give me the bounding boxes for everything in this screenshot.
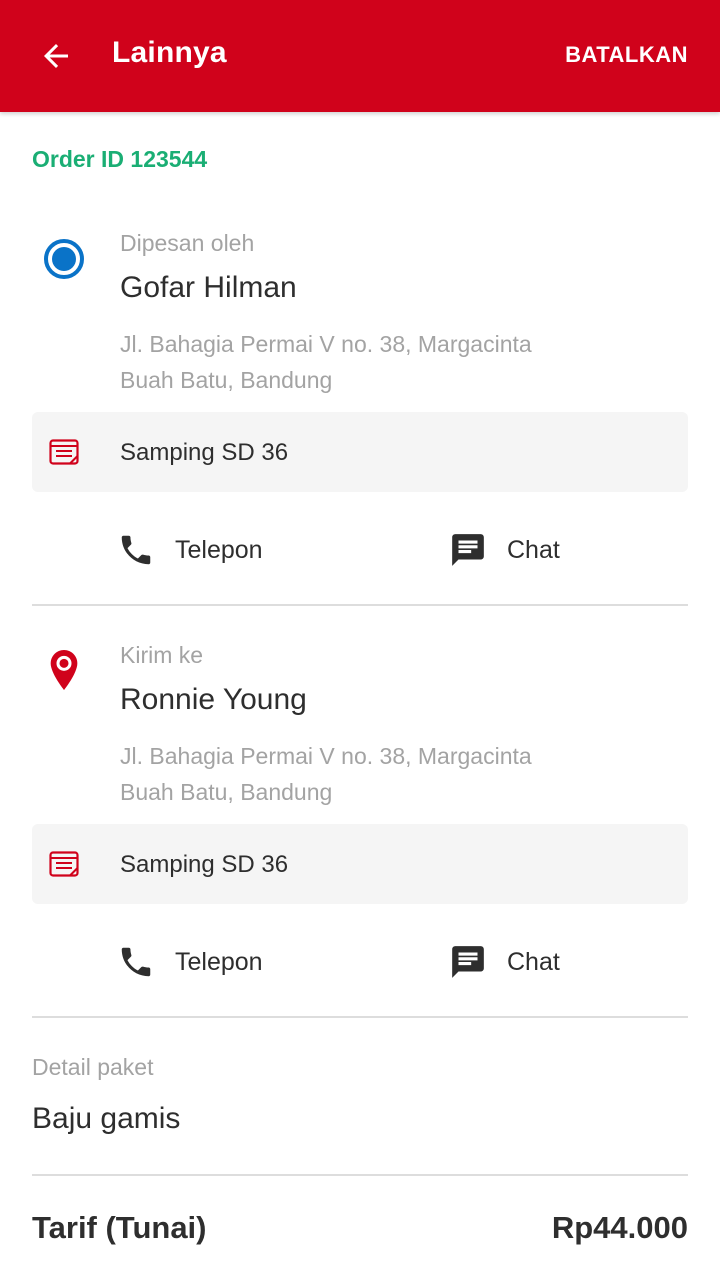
receiver-call-label: Telepon [175,947,263,976]
sender-note-text: Samping SD 36 [120,439,289,466]
chat-icon [452,534,484,566]
receiver-label: Kirim ke [120,642,204,668]
receiver-chat-button[interactable]: Chat [449,938,560,986]
receiver-address: Jl. Bahagia Permai V no. 38, Margacinta … [120,738,680,810]
back-button[interactable] [28,28,84,84]
phone-icon [121,947,151,977]
sender-note-box: Samping SD 36 [32,412,688,492]
phone-icon [121,535,151,565]
divider [32,604,688,606]
fare-label: Tarif (Tunai) [32,1210,207,1245]
radio-origin-icon [44,239,84,279]
package-detail-label: Detail paket [32,1054,154,1080]
divider [32,1016,688,1018]
sender-chat-label: Chat [507,535,560,564]
sender-label: Dipesan oleh [120,230,255,256]
divider [32,1174,688,1176]
receiver-chat-label: Chat [507,947,560,976]
location-pin-icon [50,650,78,690]
page-title: Lainnya [112,36,227,69]
fare-value: Rp44.000 [551,1210,688,1245]
receiver-note-box: Samping SD 36 [32,824,688,904]
sender-name: Gofar Hilman [120,271,297,304]
receiver-address-line1: Jl. Bahagia Permai V no. 38, Margacinta [120,743,532,769]
sender-address-line1: Jl. Bahagia Permai V no. 38, Margacinta [120,331,532,357]
app-bar: Lainnya BATALKAN [0,0,720,112]
order-id: Order ID 123544 [32,146,208,172]
arrow-back-icon [44,44,68,68]
receiver-name: Ronnie Young [120,683,307,716]
chat-icon [452,946,484,978]
sender-call-button[interactable]: Telepon [117,526,263,574]
receiver-call-button[interactable]: Telepon [117,938,263,986]
package-detail-value: Baju gamis [32,1102,181,1135]
note-icon [49,439,79,465]
sender-call-label: Telepon [175,535,263,564]
receiver-address-line2: Buah Batu, Bandung [120,779,333,805]
sender-address-line2: Buah Batu, Bandung [120,367,333,393]
sender-address: Jl. Bahagia Permai V no. 38, Margacinta … [120,326,680,398]
cancel-order-button[interactable]: BATALKAN [565,42,688,68]
note-icon [49,851,79,877]
sender-chat-button[interactable]: Chat [449,526,560,574]
receiver-note-text: Samping SD 36 [120,851,289,878]
